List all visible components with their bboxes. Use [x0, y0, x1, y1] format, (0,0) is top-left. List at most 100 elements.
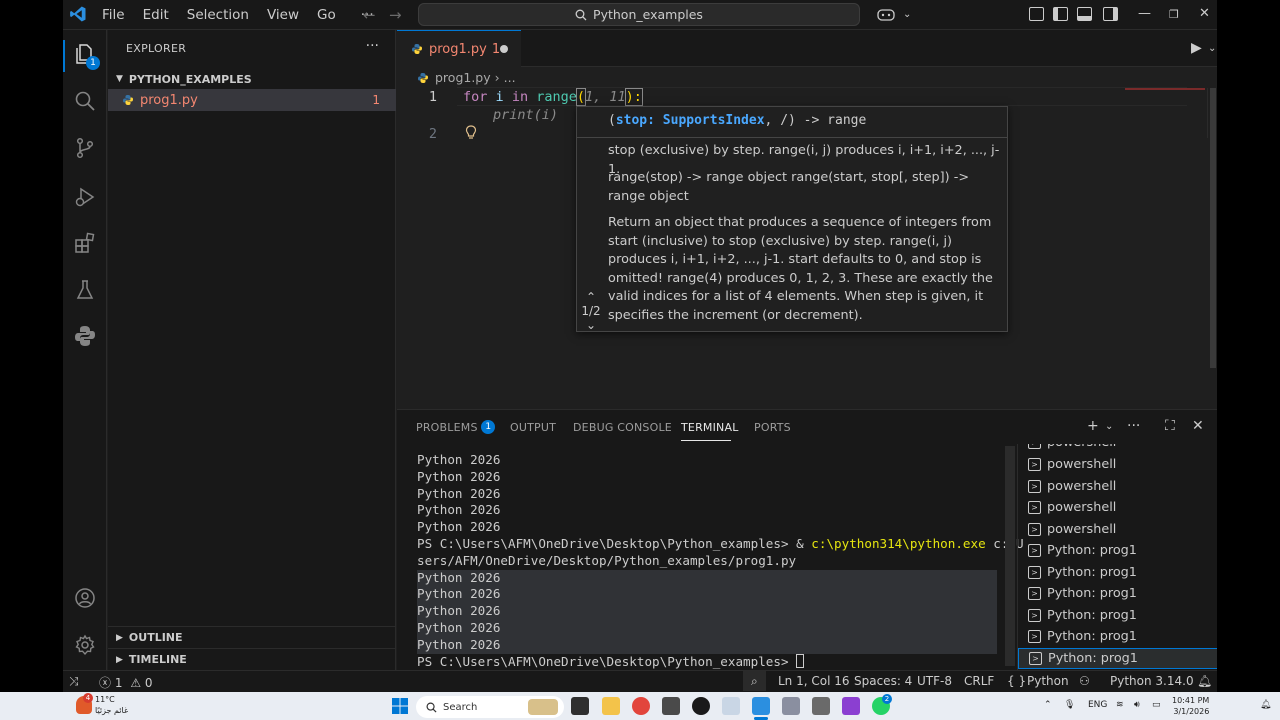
zoom-icon[interactable]: ⌕ — [743, 671, 766, 691]
timeline-section[interactable]: ▶ TIMELINE — [108, 648, 396, 670]
visual-studio-icon[interactable] — [842, 697, 860, 715]
terminal-item[interactable]: > Python: prog1 — [1018, 626, 1217, 648]
close-icon[interactable]: ✕ — [1199, 6, 1210, 21]
menu-file[interactable]: File — [93, 7, 134, 23]
terminal-output[interactable]: Python 2026 Python 2026 Python 2026 Python … — [417, 452, 1024, 670]
microphone-icon[interactable]: 🎙︎ — [1064, 700, 1075, 710]
chrome-icon[interactable] — [632, 697, 650, 715]
copilot-button[interactable]: ⌄ — [871, 4, 921, 25]
tab-debug-console[interactable]: DEBUG CONSOLE — [573, 421, 672, 434]
outline-section[interactable]: ▶ OUTLINE — [108, 626, 396, 648]
language-mode[interactable]: Python — [1027, 674, 1069, 688]
app-icon[interactable] — [722, 697, 740, 715]
app-icon[interactable] — [782, 697, 800, 715]
menu-edit[interactable]: Edit — [134, 7, 178, 23]
lightbulb-icon[interactable] — [465, 125, 477, 140]
notifications-icon[interactable]: 🔔︎ — [1197, 674, 1212, 688]
app-icon[interactable] — [662, 697, 680, 715]
close-panel-icon[interactable]: ✕ — [1192, 418, 1204, 434]
toggle-secondary-sidebar-icon[interactable] — [1103, 7, 1118, 21]
more-actions-icon[interactable]: ··· — [1127, 418, 1140, 434]
manage-activity[interactable] — [73, 633, 97, 657]
tab-terminal[interactable]: TERMINAL — [681, 421, 739, 434]
vscode-taskbar-icon[interactable] — [752, 697, 770, 715]
windows-start-icon[interactable] — [391, 697, 409, 715]
breadcrumb-symbol[interactable]: ... — [504, 70, 516, 85]
source-control-activity[interactable] — [73, 136, 97, 160]
maximize-panel-icon[interactable]: ⛶ — [1165, 418, 1175, 434]
file-explorer-icon[interactable] — [602, 697, 620, 715]
variable-i: i — [495, 89, 504, 105]
folder-python-examples[interactable]: ▼ PYTHON_EXAMPLES — [108, 68, 396, 90]
battery-icon[interactable]: ▭ — [1152, 700, 1161, 710]
terminal-item[interactable]: > Python: prog1 — [1018, 605, 1217, 627]
cursor-position[interactable]: Ln 1, Col 16 — [778, 674, 850, 688]
terminal-item[interactable]: > powershell — [1018, 476, 1217, 498]
taskbar-search-label: Search — [443, 701, 478, 713]
task-view-icon[interactable] — [571, 697, 589, 715]
explorer-activity[interactable]: 1 — [73, 42, 100, 70]
run-debug-activity[interactable] — [73, 185, 97, 209]
run-python-icon[interactable]: ▶ — [1191, 40, 1202, 56]
weather-widget[interactable]: 11°C غائم جزئيًا — [95, 694, 128, 716]
terminal-item[interactable]: > Python: prog1 — [1018, 583, 1217, 605]
terminal-item[interactable]: > Python: prog1 — [1018, 540, 1217, 562]
testing-activity[interactable] — [73, 278, 97, 302]
terminal-item[interactable]: > powershell — [1018, 497, 1217, 519]
chevron-up-icon[interactable]: ⌃ — [1044, 700, 1052, 710]
chevron-down-icon[interactable]: ⌄ — [1105, 421, 1113, 432]
toggle-primary-sidebar-icon[interactable] — [1053, 7, 1068, 21]
toggle-panel-icon[interactable] — [1077, 7, 1092, 21]
accounts-activity[interactable] — [73, 586, 97, 610]
chevron-down-icon[interactable]: ⌄ — [1208, 43, 1216, 54]
terminal-item[interactable]: > powershell — [1018, 454, 1217, 476]
search-activity[interactable] — [73, 89, 97, 113]
volume-icon[interactable]: 🔊︎ — [1134, 700, 1140, 710]
terminal-item[interactable]: > powershell — [1018, 519, 1217, 541]
paren-close: ): — [624, 88, 643, 106]
python-activity[interactable] — [73, 324, 97, 348]
wifi-icon[interactable]: ≋ — [1116, 700, 1124, 710]
app-icon[interactable] — [692, 697, 710, 715]
app-icon[interactable] — [812, 697, 830, 715]
restore-icon[interactable]: ❐ — [1169, 8, 1179, 21]
file-prog1[interactable]: prog1.py 1 — [108, 89, 396, 111]
command-center-search[interactable]: Python_examples — [418, 3, 860, 26]
notification-bell-icon[interactable]: 🔔︎ — [1260, 700, 1271, 710]
forward-arrow-icon[interactable]: → — [389, 6, 402, 24]
terminal-item-active[interactable]: > Python: prog1 — [1018, 647, 1217, 670]
unsaved-dot-icon[interactable] — [500, 45, 508, 53]
customize-layout-icon[interactable] — [1029, 7, 1044, 21]
clock[interactable]: 10:41 PM 3/1/2026 — [1172, 695, 1209, 717]
terminal-item[interactable]: > powershell — [1018, 444, 1217, 454]
tab-output[interactable]: OUTPUT — [510, 421, 556, 434]
tab-prog1[interactable]: prog1.py 1 — [397, 30, 521, 67]
tab-ports[interactable]: PORTS — [754, 421, 791, 434]
end-of-line[interactable]: CRLF — [964, 674, 994, 688]
menu-go[interactable]: Go — [308, 7, 345, 23]
python-file-icon — [412, 44, 422, 54]
chevron-up-icon[interactable]: ⌃ — [579, 290, 603, 304]
back-arrow-icon[interactable]: ← — [363, 6, 376, 24]
minimize-icon[interactable]: — — [1138, 6, 1151, 21]
tab-problems[interactable]: PROBLEMS 1 — [416, 420, 496, 435]
editor-scrollbar[interactable] — [1207, 88, 1217, 368]
terminal-scrollbar[interactable] — [1005, 446, 1015, 666]
menu-selection[interactable]: Selection — [178, 7, 258, 23]
encoding[interactable]: UTF-8 — [917, 674, 952, 688]
code-line-1[interactable]: for i in range(1, 11): — [463, 88, 643, 106]
menu-view[interactable]: View — [258, 7, 308, 23]
copilot-status-icon[interactable]: ⚇ — [1079, 674, 1090, 688]
chevron-down-icon[interactable]: ⌄ — [579, 318, 603, 332]
remote-icon[interactable]: ⤨ — [69, 674, 79, 689]
language-indicator[interactable]: ENG — [1088, 700, 1107, 710]
extensions-activity[interactable] — [73, 231, 97, 255]
terminal-item[interactable]: > Python: prog1 — [1018, 562, 1217, 584]
breadcrumb-file[interactable]: prog1.py — [435, 70, 491, 85]
new-terminal-icon[interactable]: + — [1087, 418, 1099, 434]
more-actions-icon[interactable]: ··· — [366, 38, 379, 54]
indentation[interactable]: Spaces: 4 — [854, 674, 912, 688]
problems-status[interactable]: ⓧ 1 ⚠ 0 — [99, 674, 153, 691]
python-interpreter[interactable]: Python 3.14.0 — [1110, 674, 1194, 688]
taskbar-search[interactable]: Search — [416, 696, 564, 718]
